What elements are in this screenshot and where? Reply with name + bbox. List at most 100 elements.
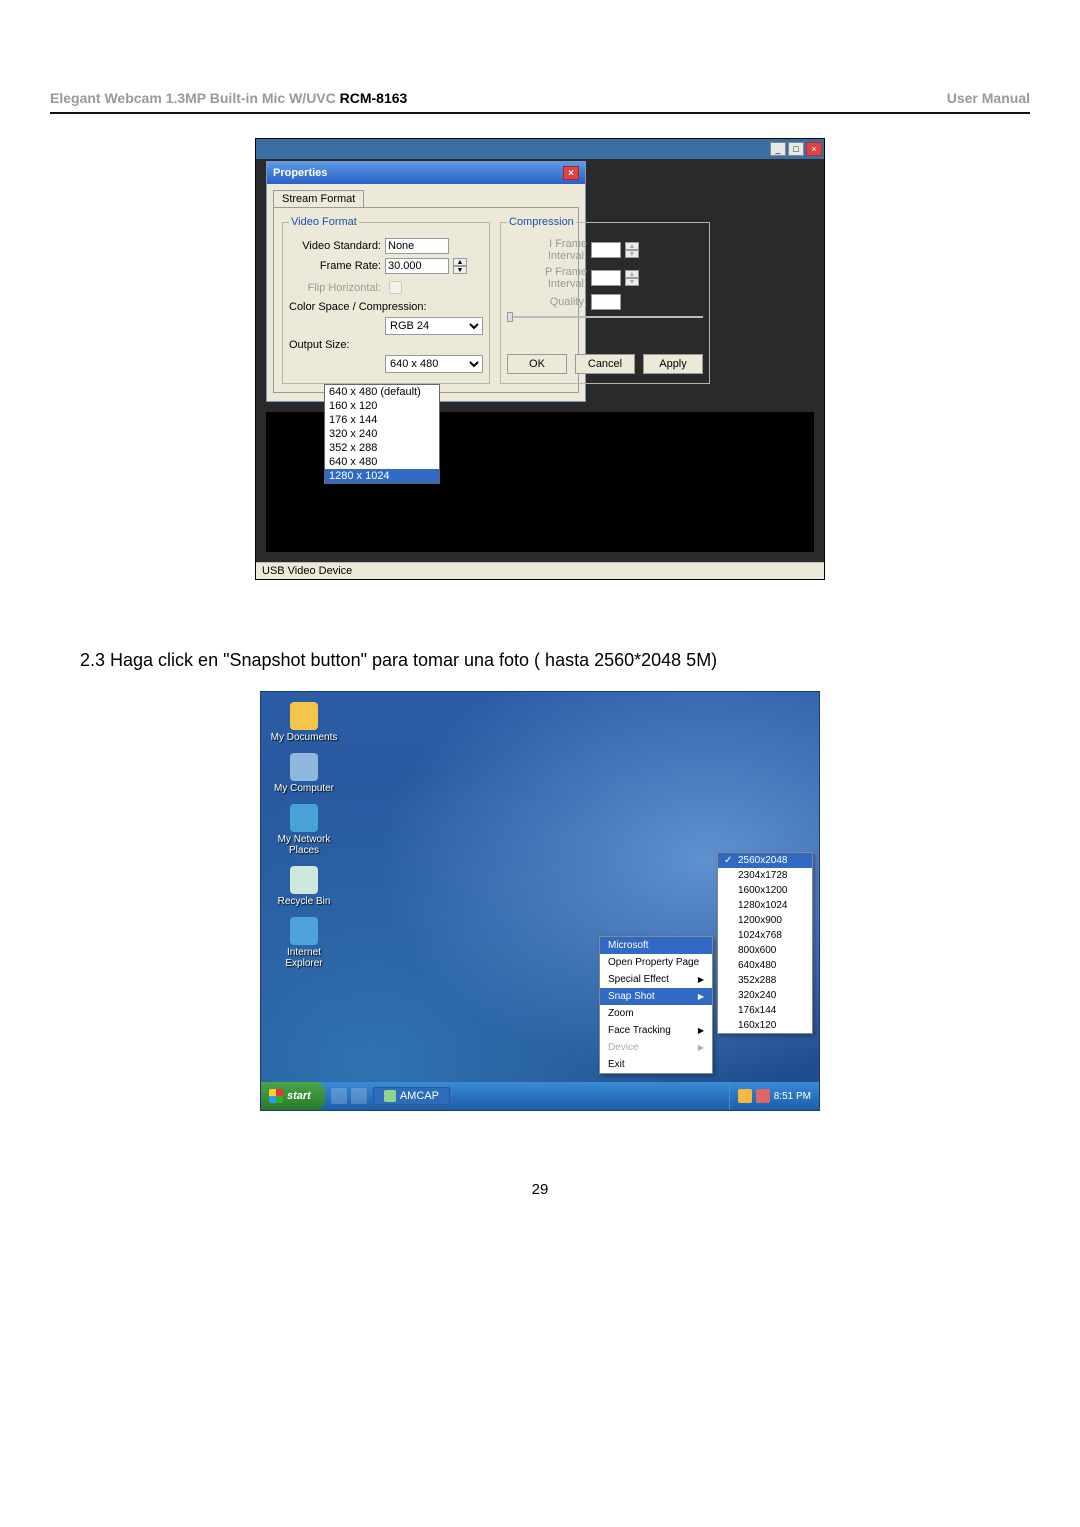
iframe-spin-up: ▲ [625,242,639,250]
context-menu-item[interactable]: Special Effect▶ [600,971,712,988]
resolution-option[interactable]: 1280x1024 [718,898,812,913]
resolution-option[interactable]: 1200x900 [718,913,812,928]
desktop-icon-label: Recycle Bin [278,896,331,907]
resolution-option[interactable]: 352x288 [718,973,812,988]
resolution-option[interactable]: 1600x1200 [718,883,812,898]
snapshot-resolution-submenu[interactable]: ✓2560x2048 2304x1728 1600x1200 1280x1024 120… [717,852,813,1034]
desktop-icon-label: My Network Places [269,834,339,856]
output-size-dropdown-list[interactable]: 640 x 480 (default)160 x 120176 x 144320… [324,384,440,484]
tray-icon[interactable] [738,1089,752,1103]
modal-title-text: Properties [273,167,327,179]
context-menu-item[interactable]: Snap Shot ▶ [600,988,712,1005]
iframe-spin-down: ▼ [625,250,639,258]
resolution-label: 1600x1200 [738,885,788,896]
desktop-icon-label: My Documents [271,732,338,743]
desktop-icon[interactable]: Internet Explorer [269,917,339,969]
cancel-button[interactable]: Cancel [575,354,635,374]
modal-titlebar: Properties × [267,162,585,184]
desktop-icon[interactable]: Recycle Bin [269,866,339,907]
output-size-option[interactable]: 640 x 480 (default) [325,385,439,399]
output-size-option[interactable]: 320 x 240 [325,427,439,441]
submenu-arrow-icon: ▶ [698,992,704,1001]
select-output-size[interactable]: 640 x 480 [385,355,483,373]
header-rule [50,112,1030,114]
resolution-option[interactable]: 1024x768 [718,928,812,943]
model-number: RCM-8163 [340,90,408,106]
menu-item-label: Snap Shot [608,991,655,1002]
resolution-option[interactable]: 800x600 [718,943,812,958]
select-color-space[interactable]: RGB 24 [385,317,483,335]
system-tray: 8:51 PM [729,1082,819,1110]
input-iframe-interval [591,242,621,258]
taskbar: start AMCAP 8:51 PM [261,1082,819,1110]
apply-button[interactable]: Apply [643,354,703,374]
doc-type: User Manual [947,90,1030,106]
quicklaunch-icon[interactable] [331,1088,347,1104]
screenshot-desktop: My Documents My Computer My Network Places… [260,691,820,1111]
resolution-label: 2304x1728 [738,870,788,881]
minimize-button[interactable]: _ [770,142,786,156]
desktop-icon[interactable]: My Documents [269,702,339,743]
desktop-icon[interactable]: My Computer [269,753,339,794]
context-menu-item[interactable]: Zoom [600,1005,712,1022]
taskbar-app-amcap[interactable]: AMCAP [373,1087,450,1105]
output-size-option[interactable]: 640 x 480 [325,455,439,469]
tray-icon[interactable] [756,1089,770,1103]
resolution-option[interactable]: 320x240 [718,988,812,1003]
modal-close-button[interactable]: × [563,166,579,180]
status-bar: USB Video Device [256,562,824,579]
resolution-option[interactable]: ✓2560x2048 [718,853,812,868]
pframe-spin-up: ▲ [625,270,639,278]
resolution-label: 800x600 [738,945,776,956]
quicklaunch-icon[interactable] [351,1088,367,1104]
label-frame-rate: Frame Rate: [289,260,381,272]
resolution-option[interactable]: 160x120 [718,1018,812,1033]
input-frame-rate[interactable] [385,258,449,274]
pframe-spin-down: ▼ [625,278,639,286]
menu-item-label: Zoom [608,1008,634,1019]
resolution-option[interactable]: 2304x1728 [718,868,812,883]
resolution-label: 1280x1024 [738,900,788,911]
quick-launch [331,1088,367,1104]
resolution-option[interactable]: 640x480 [718,958,812,973]
context-menu-item: Device▶ [600,1039,712,1056]
start-button[interactable]: start [261,1082,325,1110]
section-2-3-text: 2.3 Haga click en "Snapshot button" para… [80,650,1030,671]
output-size-option[interactable]: 176 x 144 [325,413,439,427]
label-color-space: Color Space / Compression: [289,301,427,313]
menu-item-label: Open Property Page [608,957,699,968]
context-menu-item[interactable]: Exit [600,1056,712,1073]
desktop-icon-glyph [290,866,318,894]
menu-item-label: Device [608,1042,639,1053]
app-icon [384,1090,396,1102]
resolution-label: 640x480 [738,960,776,971]
context-menu-item[interactable]: Face Tracking▶ [600,1022,712,1039]
input-pframe-interval [591,270,621,286]
label-output-size: Output Size: [289,339,350,351]
output-size-option[interactable]: 1280 x 1024 [325,469,439,483]
label-pframe-interval: P Frame Interval: [507,266,587,290]
start-label: start [287,1090,311,1102]
clock: 8:51 PM [774,1091,811,1102]
output-size-option[interactable]: 352 x 288 [325,441,439,455]
desktop-icon[interactable]: My Network Places [269,804,339,856]
checkbox-flip-horizontal [389,281,402,294]
resolution-label: 1024x768 [738,930,782,941]
quality-slider-thumb [507,312,513,322]
resolution-label: 160x120 [738,1020,776,1031]
desktop-icon-glyph [290,702,318,730]
context-menu-item[interactable]: Microsoft [600,937,712,954]
submenu-arrow-icon: ▶ [698,975,704,984]
context-menu-item[interactable]: Open Property Page [600,954,712,971]
framerate-spin-up[interactable]: ▲ [453,258,467,266]
context-menu[interactable]: Microsoft Open Property Page Special Effec… [599,936,713,1074]
label-video-standard: Video Standard: [289,240,381,252]
close-button[interactable]: × [806,142,822,156]
resolution-option[interactable]: 176x144 [718,1003,812,1018]
desktop-icon-glyph [290,917,318,945]
framerate-spin-down[interactable]: ▼ [453,266,467,274]
output-size-option[interactable]: 160 x 120 [325,399,439,413]
maximize-button[interactable]: □ [788,142,804,156]
tab-stream-format[interactable]: Stream Format [273,190,364,207]
ok-button[interactable]: OK [507,354,567,374]
